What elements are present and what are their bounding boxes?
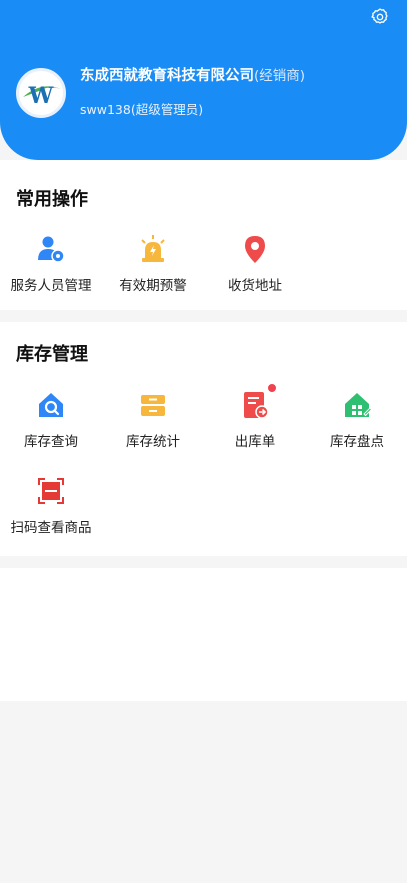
company-role: (经销商) bbox=[254, 68, 306, 84]
scan-product-button[interactable]: 扫码查看商品 bbox=[0, 474, 102, 536]
item-label: 库存统计 bbox=[126, 434, 180, 450]
profile-header: W 东成西就教育科技有限公司(经销商) sww138(超级管理员) bbox=[0, 0, 407, 160]
location-pin-icon bbox=[245, 236, 265, 263]
item-label: 有效期预警 bbox=[119, 278, 187, 294]
scan-icon bbox=[38, 478, 64, 504]
shipping-address-button[interactable]: 收货地址 bbox=[204, 232, 306, 294]
item-label: 服务人员管理 bbox=[10, 278, 92, 294]
home-search-icon bbox=[39, 393, 63, 417]
inventory-query-button[interactable]: 库存查询 bbox=[0, 388, 102, 450]
service-staff-button[interactable]: 服务人员管理 bbox=[0, 232, 102, 294]
company-name: 东成西就教育科技有限公司(经销商) bbox=[80, 64, 397, 85]
notification-badge bbox=[268, 384, 276, 392]
company-name-text: 东成西就教育科技有限公司 bbox=[80, 68, 254, 84]
document-out-icon bbox=[244, 392, 269, 419]
section-title: 库存管理 bbox=[16, 344, 88, 365]
gear-icon bbox=[371, 8, 388, 24]
svg-text:W: W bbox=[28, 83, 54, 109]
user-info: sww138(超级管理员) bbox=[80, 102, 204, 117]
inventory-stats-button[interactable]: 库存统计 bbox=[102, 388, 204, 450]
settings-button[interactable] bbox=[369, 6, 391, 28]
item-label: 扫码查看商品 bbox=[10, 520, 92, 536]
item-label: 库存盘点 bbox=[330, 434, 384, 450]
company-logo: W bbox=[23, 83, 61, 109]
alarm-light-icon bbox=[141, 235, 165, 262]
item-label: 出库单 bbox=[234, 434, 276, 450]
item-label: 库存查询 bbox=[24, 434, 78, 450]
item-label: 收货地址 bbox=[228, 278, 282, 294]
drawer-icon bbox=[141, 395, 165, 416]
avatar[interactable]: W bbox=[16, 68, 66, 118]
inventory-section: 库存管理 库存查询 库存统计 出库单 库存盘点 扫码查看商品 bbox=[0, 322, 407, 556]
common-ops-section: 常用操作 服务人员管理 有效期预警 收货地址 bbox=[0, 160, 407, 310]
outbound-order-button[interactable]: 出库单 bbox=[204, 384, 306, 450]
content-blank-area bbox=[0, 568, 407, 701]
stock-check-button[interactable]: 库存盘点 bbox=[306, 388, 407, 450]
expiry-warning-button[interactable]: 有效期预警 bbox=[102, 232, 204, 294]
user-gear-icon bbox=[38, 236, 65, 263]
section-title: 常用操作 bbox=[16, 189, 88, 210]
house-edit-icon bbox=[345, 393, 372, 417]
